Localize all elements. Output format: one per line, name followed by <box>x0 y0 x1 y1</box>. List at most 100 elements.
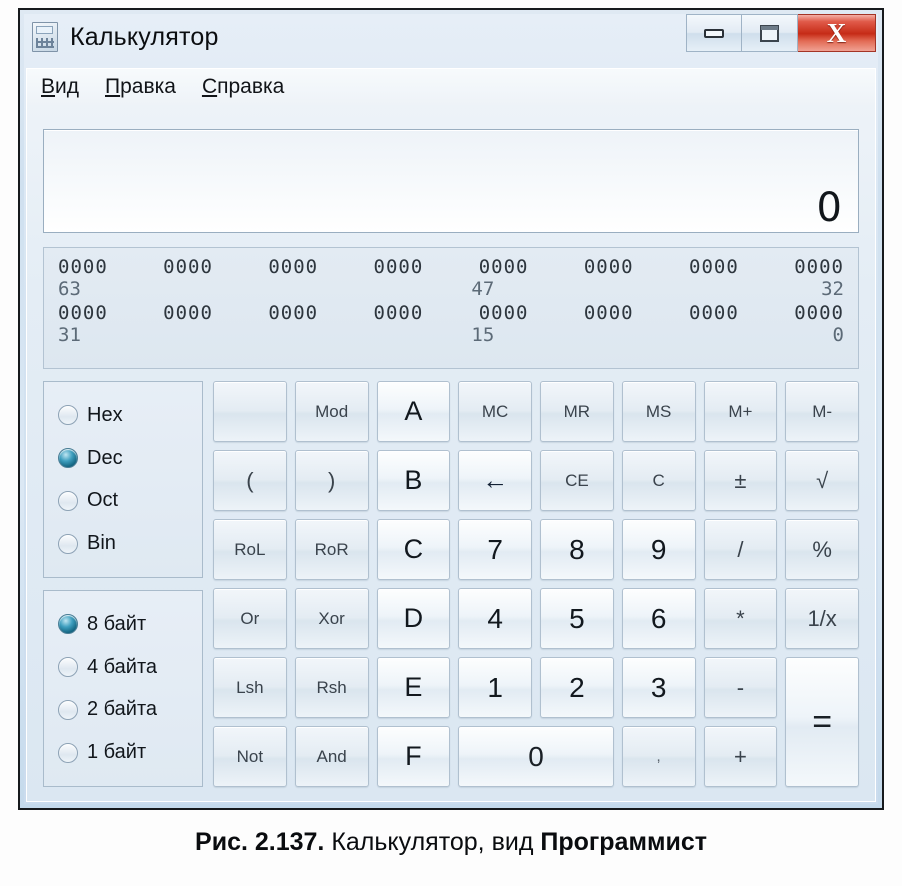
menu-item-help[interactable]: Справка <box>202 75 284 99</box>
key-blank[interactable] <box>213 381 287 442</box>
key-and[interactable]: And <box>294 726 369 787</box>
menu-item-view[interactable]: Вид <box>41 75 79 99</box>
key-clear-entry[interactable]: CE <box>540 450 614 511</box>
key-memory-subtract[interactable]: M- <box>785 381 859 442</box>
key-backspace[interactable]: ← <box>458 450 532 511</box>
figure-number: Рис. 2.137. <box>195 828 325 856</box>
key-hex-d[interactable]: D <box>376 588 451 649</box>
key-not[interactable]: Not <box>213 726 287 787</box>
radio-4-bytes[interactable]: 4 байта <box>58 650 202 684</box>
key-8[interactable]: 8 <box>540 519 614 580</box>
bit-nibble[interactable]: 0000 <box>794 302 844 324</box>
key-equals[interactable]: = <box>785 657 859 787</box>
key-percent[interactable]: % <box>785 519 859 580</box>
window-controls: X <box>686 14 876 52</box>
key-subtract[interactable]: - <box>703 657 778 718</box>
radio-indicator-hex <box>58 405 78 426</box>
key-add[interactable]: + <box>703 726 778 787</box>
display-value: 0 <box>816 185 842 231</box>
bit-index-labels-high: 63 47 32 <box>58 278 844 302</box>
bit-nibble[interactable]: 0000 <box>163 302 213 324</box>
key-clear[interactable]: C <box>621 450 696 511</box>
key-hex-c[interactable]: C <box>376 519 451 580</box>
key-paren-close[interactable]: ) <box>294 450 369 511</box>
bit-nibble[interactable]: 0000 <box>584 256 634 278</box>
radio-indicator-4-bytes <box>58 657 78 678</box>
radio-label-dec: Dec <box>87 446 123 469</box>
key-hex-b[interactable]: B <box>376 450 451 511</box>
radio-bin[interactable]: Bin <box>58 527 202 561</box>
bit-nibble[interactable]: 0000 <box>374 302 424 324</box>
title-bar: Калькулятор X <box>20 10 882 68</box>
key-4[interactable]: 4 <box>458 588 532 649</box>
options-column: Hex Dec Oct Bin 8 байт 4 байта 2 байта 1… <box>43 381 203 787</box>
bit-nibble[interactable]: 0000 <box>268 256 318 278</box>
key-5[interactable]: 5 <box>540 588 614 649</box>
key-reciprocal[interactable]: 1/x <box>785 588 859 649</box>
key-sqrt[interactable]: √ <box>785 450 859 511</box>
key-rotate-right[interactable]: RoR <box>294 519 369 580</box>
key-1[interactable]: 1 <box>458 657 532 718</box>
maximize-button[interactable] <box>742 14 798 52</box>
radio-1-byte[interactable]: 1 байт <box>58 736 202 770</box>
radio-dec[interactable]: Dec <box>58 441 202 475</box>
key-rotate-left[interactable]: RoL <box>213 519 287 580</box>
minimize-button[interactable] <box>686 14 742 52</box>
bit-index-15: 15 <box>471 324 495 346</box>
menu-help-mnemonic: С <box>201 75 218 98</box>
close-button[interactable]: X <box>798 14 876 52</box>
key-mod[interactable]: Mod <box>294 381 369 442</box>
radio-hex[interactable]: Hex <box>58 398 202 432</box>
key-divide[interactable]: / <box>703 519 778 580</box>
bit-display-panel[interactable]: 0000 0000 0000 0000 0000 0000 0000 0000 … <box>43 247 859 369</box>
key-hex-e[interactable]: E <box>376 657 451 718</box>
radio-2-bytes[interactable]: 2 байта <box>58 693 202 727</box>
menu-edit-mnemonic: П <box>105 75 121 98</box>
bit-index-63: 63 <box>58 278 81 300</box>
key-paren-open[interactable]: ( <box>213 450 287 511</box>
bit-nibble[interactable]: 0000 <box>58 302 108 324</box>
bit-nibble[interactable]: 0000 <box>584 302 634 324</box>
key-3[interactable]: 3 <box>621 657 696 718</box>
key-hex-f[interactable]: F <box>376 726 451 787</box>
radio-oct[interactable]: Oct <box>58 484 202 518</box>
menu-item-edit[interactable]: Правка <box>105 75 176 99</box>
bit-nibble[interactable]: 0000 <box>479 256 529 278</box>
page-background: Калькулятор X Вид Правка Справка 0 0000 … <box>0 0 902 886</box>
bit-nibble[interactable]: 0000 <box>374 256 424 278</box>
radio-indicator-1-byte <box>58 742 78 763</box>
bit-nibble[interactable]: 0000 <box>794 256 844 278</box>
bit-nibble[interactable]: 0000 <box>689 302 739 324</box>
key-right-shift[interactable]: Rsh <box>294 657 369 718</box>
bit-row-high: 0000 0000 0000 0000 0000 0000 0000 0000 <box>58 256 844 278</box>
client-area: Вид Правка Справка 0 0000 0000 0000 0000… <box>26 68 876 802</box>
bit-nibble[interactable]: 0000 <box>479 302 529 324</box>
bit-index-31: 31 <box>58 324 81 346</box>
key-2[interactable]: 2 <box>540 657 614 718</box>
key-0[interactable]: 0 <box>458 726 614 787</box>
calculator-display[interactable]: 0 <box>43 129 859 233</box>
bit-nibble[interactable]: 0000 <box>163 256 213 278</box>
bit-nibble[interactable]: 0000 <box>689 256 739 278</box>
radio-indicator-2-bytes <box>58 699 78 720</box>
key-hex-a[interactable]: A <box>376 381 451 442</box>
key-multiply[interactable]: * <box>703 588 778 649</box>
key-memory-store[interactable]: MS <box>621 381 696 442</box>
bit-nibble[interactable]: 0000 <box>268 302 318 324</box>
bit-nibble[interactable]: 0000 <box>58 256 108 278</box>
key-left-shift[interactable]: Lsh <box>213 657 287 718</box>
key-6[interactable]: 6 <box>621 588 696 649</box>
key-sign[interactable]: ± <box>703 450 778 511</box>
radio-label-hex: Hex <box>87 403 123 426</box>
key-xor[interactable]: Xor <box>294 588 369 649</box>
radio-8-bytes[interactable]: 8 байт <box>58 607 202 641</box>
radio-label-4-bytes: 4 байта <box>87 655 158 678</box>
key-7[interactable]: 7 <box>458 519 532 580</box>
key-memory-recall[interactable]: MR <box>540 381 614 442</box>
radio-indicator-dec <box>58 448 78 469</box>
key-memory-add[interactable]: M+ <box>703 381 778 442</box>
key-memory-clear[interactable]: MC <box>458 381 532 442</box>
key-or[interactable]: Or <box>213 588 287 649</box>
key-decimal-separator[interactable]: , <box>621 726 696 787</box>
key-9[interactable]: 9 <box>621 519 696 580</box>
